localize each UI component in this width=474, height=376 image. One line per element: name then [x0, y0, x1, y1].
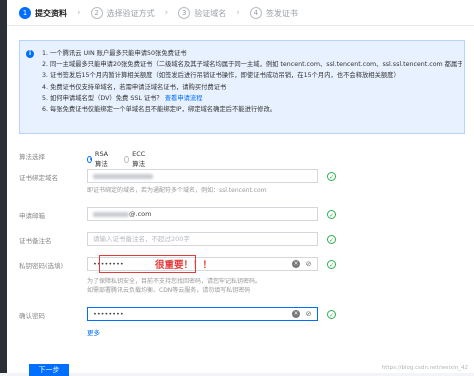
notice-item: 2. 同一主域最多只能申请20张免费证书（二级域名及其子域名均属于同一主域，例如…: [42, 61, 462, 69]
notice-item: 4. 免费证书仅支持单域名，若需申请泛域名证书，请购买付费证书: [42, 83, 227, 91]
guide-link[interactable]: 查看申请流程: [165, 95, 203, 102]
step-number: 1: [19, 7, 31, 19]
step-3: 3 验证域名 ›: [178, 7, 250, 19]
password-icons: × ⊘: [292, 260, 313, 268]
check-icon: ✓: [327, 310, 336, 319]
algorithm-label: 算法选择: [19, 153, 45, 161]
step-number: 2: [90, 7, 103, 19]
chevron-right-icon: ›: [236, 8, 240, 18]
redacted-value: [93, 211, 129, 217]
notice-item: 3. 证书签发后15个月内暂计算相关额度（如签发后进行吊销证书操作，即使证书成功…: [42, 72, 400, 80]
algorithm-radio-group: RSA算法 ECC算法: [87, 150, 161, 168]
next-button[interactable]: 下一步: [29, 364, 69, 376]
radio-dot-icon: [124, 155, 130, 163]
domain-label: 证书绑定域名: [19, 174, 58, 182]
password-value: ••••••••: [93, 310, 124, 318]
chevron-right-icon: ›: [164, 8, 169, 18]
clear-icon[interactable]: ×: [292, 310, 300, 318]
domain-hint: 即证书绑定的域名，若为通配符多个域名，例如：ssl.tencent.com: [87, 187, 267, 194]
main-panel: 1 提交资料 › 2 选择验证方式 › 3 验证域名 › 4 签发证书 i 1.…: [7, 0, 474, 376]
notice-item: 1. 一个腾讯云 UIN 账户最多只能申请50张免费证书: [42, 50, 187, 57]
annotation-text: 很重要！！！: [155, 260, 213, 271]
step-number: 4: [249, 7, 262, 19]
radio-label: RSA算法: [94, 150, 109, 168]
step-label: 提交资料: [35, 8, 67, 18]
step-label: 签发证书: [265, 8, 298, 18]
info-icon: i: [26, 50, 34, 58]
step-label: 验证域名: [194, 8, 227, 18]
email-label: 申请邮箱: [19, 212, 45, 220]
confirm-label: 确认密码: [19, 312, 45, 320]
step-number: 3: [178, 7, 191, 19]
email-suffix: @.com: [129, 210, 152, 218]
check-icon: ✓: [327, 172, 336, 181]
check-icon: ✓: [327, 235, 336, 244]
chevron-right-icon: ›: [77, 8, 81, 18]
notice-box: i 1. 一个腾讯云 UIN 账户最多只能申请50张免费证书 2. 同一主域最多…: [19, 40, 465, 134]
eye-off-icon[interactable]: ⊘: [304, 260, 313, 268]
confirm-password-input[interactable]: •••••••• × ⊘: [87, 307, 318, 321]
email-input[interactable]: @.com: [87, 207, 318, 221]
private-key-hint-1: 为了保障私钥安全，目前不支持您找回密码，请您牢记私钥密码。: [87, 278, 262, 285]
watermark: https://blog.csdn.net/weixin_42: [381, 365, 468, 371]
step-indicator: 1 提交资料 › 2 选择验证方式 › 3 验证域名 › 4 签发证书: [19, 4, 298, 22]
rsa-radio[interactable]: RSA算法: [87, 150, 110, 168]
private-key-label: 私钥密码(选填): [19, 262, 64, 270]
step-1: 1 提交资料 ›: [19, 7, 91, 19]
notice-item: 5. 如何申请域名型（DV）免费 SSL 证书？ 查看申请流程: [42, 93, 462, 104]
remark-label: 证书备注名: [19, 237, 52, 245]
divider: [7, 25, 474, 26]
eye-off-icon[interactable]: ⊘: [304, 310, 313, 318]
more-link[interactable]: 更多: [87, 327, 100, 337]
private-key-hint-2: 如需部署腾讯云负载均衡、CDN等云服务，请勿填写私钥密码: [87, 287, 251, 294]
notice-item: 6. 每张免费证书仅能绑定一个单域名且不能绑定IP，绑定域名确定后不能进行修改。: [42, 106, 277, 114]
clear-icon[interactable]: ×: [292, 260, 300, 268]
step-label: 选择验证方式: [106, 8, 155, 18]
remark-input[interactable]: 请输入证书备注名，不超过200字: [87, 232, 318, 246]
password-icons: × ⊘: [292, 310, 313, 318]
notice-item-text: 5. 如何申请域名型（DV）免费 SSL 证书？: [42, 94, 163, 102]
notice-list: 1. 一个腾讯云 UIN 账户最多只能申请50张免费证书 2. 同一主域最多只能…: [42, 48, 462, 115]
left-dark-edge: [0, 0, 7, 373]
ecc-radio[interactable]: ECC算法: [124, 150, 147, 168]
radio-label: ECC算法: [132, 150, 146, 168]
check-icon: ✓: [327, 210, 336, 219]
step-4: 4 签发证书: [249, 7, 298, 19]
domain-input[interactable]: [87, 169, 318, 183]
step-2: 2 选择验证方式 ›: [90, 7, 179, 19]
radio-dot-icon: [87, 155, 92, 163]
check-icon: ✓: [327, 260, 336, 269]
redacted-value: [93, 173, 153, 179]
